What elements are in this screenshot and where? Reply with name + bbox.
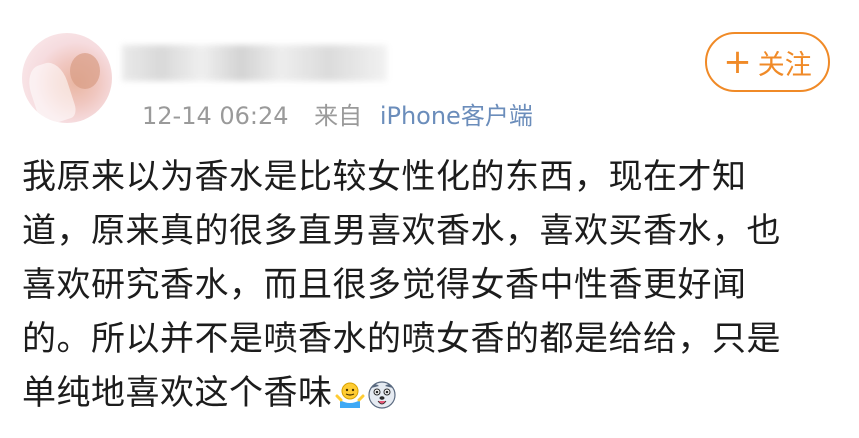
avatar-image-detail bbox=[70, 53, 100, 89]
plus-icon: + bbox=[723, 42, 752, 82]
post-content: 我原来以为香水是比较女性化的东西，现在才知 道，原来真的很多直男喜欢香水，喜欢买… bbox=[22, 150, 827, 420]
username-blurred[interactable] bbox=[122, 45, 387, 81]
follow-button-label: 关注 bbox=[757, 49, 812, 81]
post-text-line: 单纯地喜欢这个香味 bbox=[22, 373, 333, 413]
shrug-emoji-icon bbox=[335, 382, 364, 408]
post-text-line-last: 单纯地喜欢这个香味 bbox=[22, 366, 827, 420]
post-source-prefix: 来自 bbox=[314, 102, 363, 130]
avatar[interactable] bbox=[22, 33, 112, 123]
post-device-link[interactable]: iPhone客户端 bbox=[380, 102, 533, 130]
follow-button[interactable]: + 关注 bbox=[705, 32, 830, 92]
post-text-line: 道，原来真的很多直男喜欢香水，喜欢买香水，也 bbox=[22, 211, 781, 251]
post-text-line: 我原来以为香水是比较女性化的东西，现在才知 bbox=[22, 157, 747, 197]
post-meta: 12-14 06:24 来自 iPhone客户端 bbox=[142, 96, 533, 131]
post-timestamp: 12-14 06:24 bbox=[142, 102, 289, 130]
dog-face-emoji-icon bbox=[367, 380, 396, 409]
post-text-line: 的。所以并不是喷香水的喷女香的都是给给，只是 bbox=[22, 319, 781, 359]
post-text-line: 喜欢研究香水，而且很多觉得女香中性香更好闻 bbox=[22, 265, 747, 305]
